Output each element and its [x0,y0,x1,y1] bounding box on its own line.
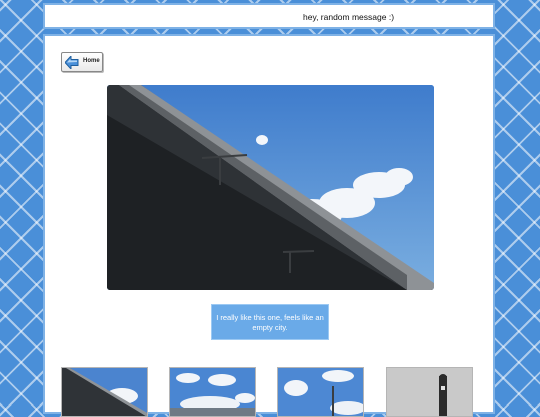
back-arrow-icon [64,54,79,74]
thumbnail-1[interactable] [61,367,148,417]
photo-caption: I really like this one, feels like an em… [211,304,329,340]
thumbnail-2[interactable] [169,367,256,417]
main-photo [107,85,434,290]
banner-message: hey, random message :) [303,12,395,22]
home-button-label: Home [83,58,100,64]
home-button[interactable]: Home [61,52,103,72]
content-panel: Home I really like this one, feels like … [43,34,495,417]
message-banner: hey, random message :) [43,3,495,29]
thumbnail-3[interactable] [277,367,364,417]
thumbnail-4[interactable] [386,367,473,417]
